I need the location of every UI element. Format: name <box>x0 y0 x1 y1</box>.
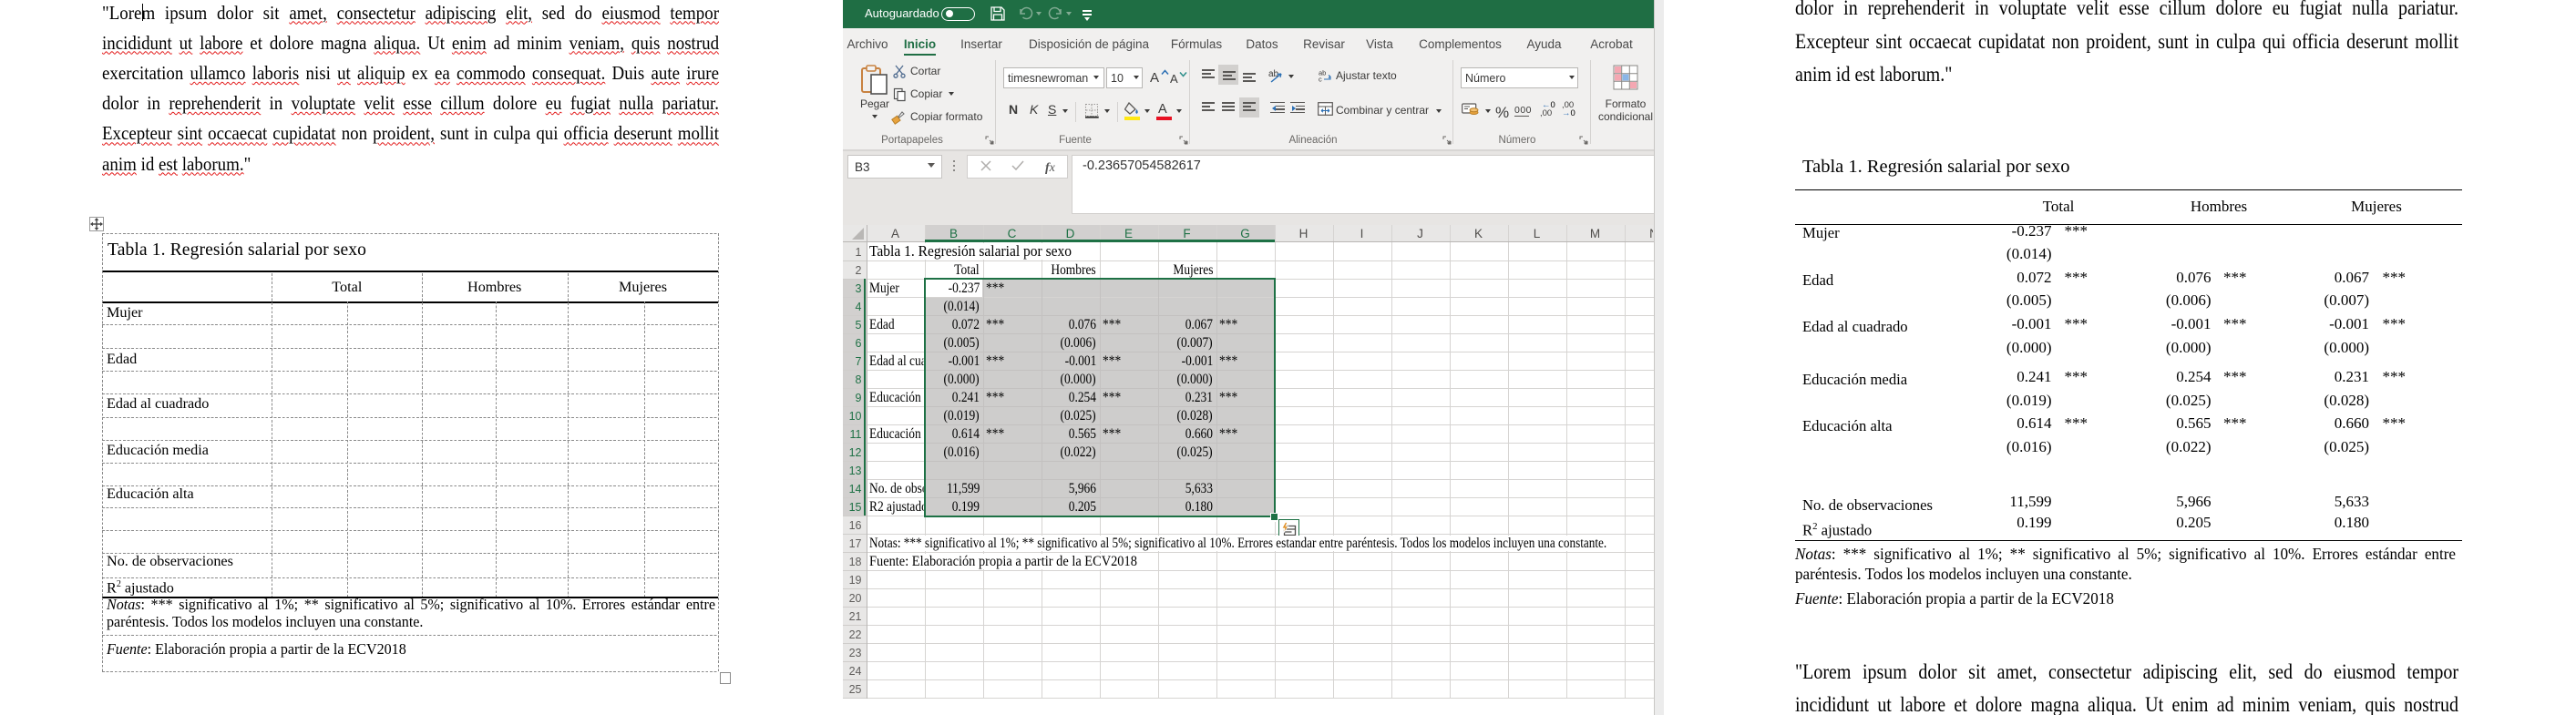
svg-text:c: c <box>1319 76 1322 83</box>
